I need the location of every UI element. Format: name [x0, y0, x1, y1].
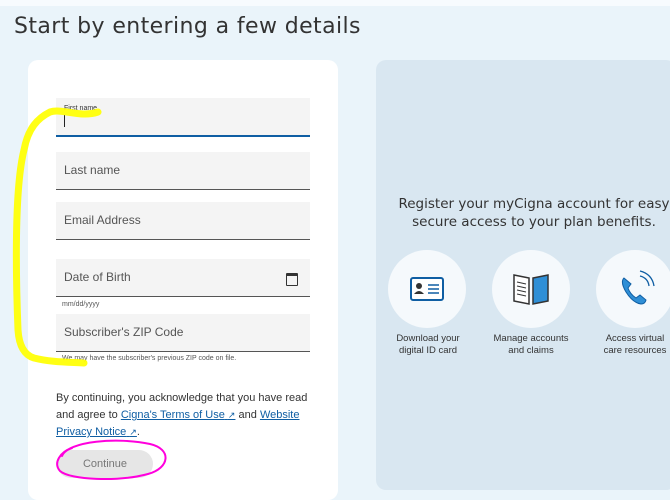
- external-link-icon: ↗: [129, 427, 137, 437]
- calendar-icon[interactable]: [286, 273, 298, 286]
- email-placeholder: Email Address: [64, 213, 141, 227]
- dob-placeholder: Date of Birth: [64, 270, 131, 284]
- first-name-field[interactable]: First name: [56, 98, 310, 137]
- feature-label-accounts: Manage accounts and claims: [493, 333, 569, 356]
- consent-end: .: [136, 426, 140, 438]
- phone-icon: [621, 270, 655, 305]
- feature-label-id-card: Download your digital ID card: [396, 333, 460, 356]
- feature-label-virtual-care: Access virtual care resources: [603, 333, 667, 356]
- open-book-icon: [513, 274, 549, 305]
- text-caret: [64, 115, 65, 127]
- first-name-label: First name: [64, 105, 98, 112]
- consent-and: and: [238, 409, 257, 421]
- feature-circle-id-card: [388, 250, 466, 328]
- continue-button[interactable]: Continue: [57, 450, 153, 478]
- dob-format-hint: mm/dd/yyyy: [62, 301, 100, 308]
- id-card-icon: [410, 277, 444, 301]
- zip-hint: We may have the subscriber's previous ZI…: [62, 355, 237, 362]
- last-name-placeholder: Last name: [64, 163, 121, 177]
- panel-title: Register your myCigna account for easy s…: [398, 196, 670, 230]
- zip-placeholder: Subscriber's ZIP Code: [64, 325, 184, 339]
- top-strip: [0, 0, 670, 6]
- external-link-icon: ↗: [227, 410, 236, 420]
- consent-text: By continuing, you acknowledge that you …: [56, 390, 314, 441]
- zip-code-field[interactable]: Subscriber's ZIP Code: [56, 314, 310, 352]
- feature-circle-phone: [596, 250, 670, 328]
- date-of-birth-field[interactable]: Date of Birth: [56, 259, 310, 297]
- terms-of-use-link[interactable]: Cigna's Terms of Use ↗: [121, 409, 236, 421]
- last-name-field[interactable]: Last name: [56, 152, 310, 190]
- page-title: Start by entering a few details: [14, 14, 361, 39]
- registration-form-card: First name Last name Email Address Date …: [28, 60, 338, 500]
- email-field[interactable]: Email Address: [56, 202, 310, 240]
- feature-circle-book: [492, 250, 570, 328]
